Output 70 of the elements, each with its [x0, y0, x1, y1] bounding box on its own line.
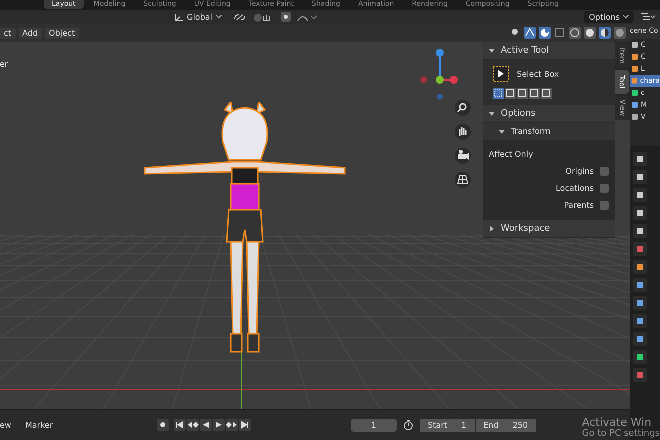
chevron-down-icon [216, 15, 222, 19]
grid-icon[interactable] [455, 172, 471, 188]
subtract-icon[interactable] [517, 88, 528, 99]
disclosure-triangle-icon[interactable] [499, 128, 505, 134]
wireframe-shading-icon[interactable] [569, 27, 581, 39]
square-icon[interactable] [633, 332, 647, 346]
checkbox-label: Parents [564, 201, 594, 210]
checkbox[interactable] [600, 184, 609, 193]
dot-icon[interactable] [280, 12, 291, 22]
stopwatch-icon[interactable] [402, 420, 414, 430]
zoom-icon[interactable] [455, 100, 471, 116]
panel-header[interactable]: Options [501, 108, 536, 118]
disclosure-triangle-icon[interactable] [489, 48, 495, 54]
record-icon[interactable] [157, 419, 170, 431]
field-label: Start [428, 420, 448, 430]
camera-icon[interactable] [455, 148, 471, 164]
section-label: Affect Only [483, 140, 615, 163]
subpanel-header[interactable]: Transform [511, 127, 551, 136]
activation-notice-text: Go to PC settings [582, 429, 660, 439]
axes-icon [175, 12, 184, 22]
chevron-down-icon [623, 15, 629, 19]
menu-button[interactable]: ct [0, 28, 16, 38]
end-frame-field[interactable]: End 250 [476, 418, 536, 432]
rendered-shading-icon[interactable] [614, 27, 626, 39]
square-icon[interactable] [633, 224, 647, 238]
square-icon[interactable] [633, 278, 647, 292]
keyframe-prev-icon[interactable] [187, 419, 200, 431]
extend-icon[interactable] [505, 88, 516, 99]
intersect-icon[interactable] [541, 88, 552, 99]
square-icon[interactable] [633, 314, 647, 328]
material-shading-icon[interactable] [599, 27, 611, 39]
view-label: er [0, 60, 8, 69]
activation-notice-title: Activate Win [582, 417, 653, 429]
square-icon[interactable] [633, 152, 647, 166]
checkbox-label: Origins [566, 167, 594, 176]
options-dropdown[interactable]: Options [584, 11, 634, 23]
menu-button[interactable]: Add [18, 28, 42, 38]
menu-button[interactable]: Object [45, 28, 80, 38]
tool-name: Select Box [517, 70, 560, 78]
square-icon[interactable] [633, 296, 647, 310]
curve-icon[interactable] [296, 12, 317, 22]
list-icon[interactable] [640, 12, 656, 22]
disclosure-triangle-icon[interactable] [489, 110, 495, 116]
checkbox-label: Locations [556, 184, 594, 193]
square-icon[interactable] [633, 206, 647, 220]
orientation-dropdown[interactable]: Global [170, 11, 227, 23]
square-icon[interactable] [633, 188, 647, 202]
solid-shading-icon[interactable] [584, 27, 596, 39]
disclosure-triangle-icon[interactable] [489, 226, 495, 232]
link-icon[interactable] [232, 12, 247, 22]
cursor-icon[interactable] [493, 66, 509, 82]
frame-field[interactable]: 1 [350, 418, 397, 432]
jump-end-icon[interactable] [239, 419, 252, 431]
menu-button[interactable]: Marker [21, 420, 58, 430]
square-icon[interactable] [633, 260, 647, 274]
checkbox[interactable] [600, 201, 609, 210]
select-box-icon[interactable] [493, 88, 504, 99]
square-icon[interactable] [633, 170, 647, 184]
jump-start-icon[interactable] [174, 419, 186, 431]
field-value: 1 [462, 420, 467, 430]
play-reverse-icon[interactable] [200, 419, 212, 431]
square-icon[interactable] [633, 350, 647, 364]
menu-button[interactable]: ew [0, 420, 16, 430]
invert-icon[interactable] [529, 88, 540, 99]
field-label: End [484, 420, 499, 430]
start-frame-field[interactable]: Start 1 [420, 418, 475, 432]
keyframe-next-icon[interactable] [226, 419, 238, 431]
checkbox[interactable] [600, 167, 609, 176]
field-value: 250 [512, 420, 528, 430]
play-icon[interactable] [213, 419, 226, 431]
